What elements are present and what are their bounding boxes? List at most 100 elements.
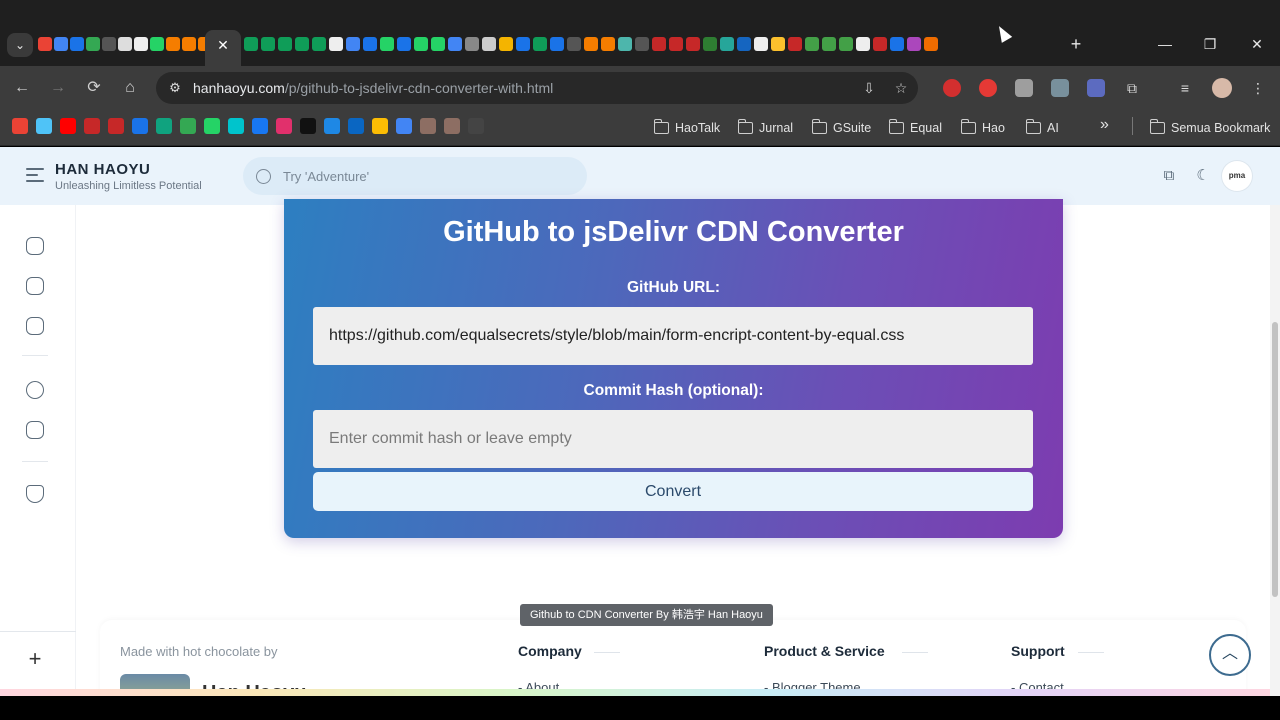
home-icon[interactable] [26, 237, 44, 255]
tab-icon[interactable] [482, 37, 496, 51]
tab-icon[interactable] [856, 37, 870, 51]
folder-icon[interactable] [26, 277, 44, 295]
site-info-icon[interactable]: ⚙ [166, 79, 184, 97]
tab-icon[interactable] [244, 37, 258, 51]
tiktok-icon[interactable] [300, 118, 316, 134]
tab-icon[interactable] [363, 37, 377, 51]
users-icon[interactable] [26, 381, 44, 399]
youtube-icon[interactable] [60, 118, 76, 134]
pen-icon[interactable] [1087, 79, 1105, 97]
gmail-icon[interactable] [12, 118, 28, 134]
tab-icon[interactable] [499, 37, 513, 51]
menu-kebab-icon[interactable]: ⋮ [1248, 78, 1268, 98]
badge-icon[interactable] [420, 118, 436, 134]
chatgpt-icon[interactable] [156, 118, 172, 134]
tab-icon[interactable] [907, 37, 921, 51]
github-url-input[interactable] [313, 307, 1033, 365]
tab-icon[interactable] [295, 37, 309, 51]
adblock-icon[interactable] [979, 79, 997, 97]
shield-icon[interactable] [1051, 79, 1069, 97]
whatsapp-icon[interactable] [150, 37, 164, 51]
bookmark-folder-ai[interactable]: AI [1025, 118, 1059, 138]
new-tab-button[interactable]: + [1066, 33, 1086, 55]
install-app-icon[interactable]: ⇩ [860, 79, 878, 97]
tab-icon[interactable] [380, 37, 394, 51]
tab-icon[interactable] [924, 37, 938, 51]
address-bar[interactable]: ⚙ hanhaoyu.com/p/github-to-jsdelivr-cdn-… [156, 72, 918, 104]
blogger-icon[interactable] [182, 37, 196, 51]
facebook-icon[interactable] [252, 118, 268, 134]
dark-mode-moon-icon[interactable]: ☾ [1192, 165, 1214, 187]
tab-icon[interactable] [516, 37, 530, 51]
page-scrollbar[interactable] [1270, 205, 1280, 696]
tab-icon[interactable] [754, 37, 768, 51]
badge-icon[interactable] [444, 118, 460, 134]
url-text[interactable]: hanhaoyu.com/p/github-to-jsdelivr-cdn-co… [193, 80, 553, 96]
tab-icon[interactable] [431, 37, 445, 51]
reload-button[interactable]: ⟳ [83, 77, 105, 99]
lens-icon[interactable] [396, 118, 412, 134]
tab-icon[interactable] [686, 37, 700, 51]
home-icon[interactable] [36, 118, 52, 134]
tab-icon[interactable] [329, 37, 343, 51]
tab-icon[interactable] [601, 37, 615, 51]
media-icon[interactable]: ≡ [1175, 78, 1195, 98]
tab-icon[interactable] [567, 37, 581, 51]
github-icon[interactable] [468, 118, 484, 134]
pinned-tab-favicons[interactable] [38, 37, 212, 53]
translate-icon[interactable] [70, 37, 84, 51]
convert-button[interactable]: Convert [313, 472, 1033, 511]
tab-icon[interactable] [669, 37, 683, 51]
diamond-icon[interactable] [324, 118, 340, 134]
tab-icon[interactable] [312, 37, 326, 51]
tab-icon[interactable] [873, 37, 887, 51]
tab-icon[interactable] [397, 37, 411, 51]
shield-check-icon[interactable] [26, 485, 44, 503]
arrow-icon[interactable] [102, 37, 116, 51]
extensions-puzzle-icon[interactable]: ⧉ [1122, 78, 1142, 98]
tab-icon[interactable] [278, 37, 292, 51]
extension-icon[interactable] [943, 79, 961, 97]
tab-icon[interactable] [533, 37, 547, 51]
bookmark-folder-jurnal[interactable]: Jurnal [737, 118, 793, 138]
bookmark-favicons[interactable] [12, 118, 484, 134]
tab-icon[interactable] [771, 37, 785, 51]
translate-icon[interactable] [132, 118, 148, 134]
translate-icon[interactable]: ⧉ [1158, 165, 1180, 187]
canva-icon[interactable] [228, 118, 244, 134]
tab-icon[interactable] [890, 37, 904, 51]
tab-icon[interactable] [737, 37, 751, 51]
site-brand-title[interactable]: HAN HAOYU [55, 161, 150, 178]
tab-search-button[interactable]: ⌄ [7, 33, 33, 57]
drive-icon[interactable] [372, 118, 388, 134]
tab-icon[interactable] [550, 37, 564, 51]
back-button[interactable]: ← [11, 77, 33, 99]
active-tab-close-icon[interactable]: ✕ [205, 30, 241, 66]
bookmark-folder-equal[interactable]: Equal [888, 118, 942, 138]
window-close-icon[interactable]: ✕ [1247, 34, 1267, 54]
scrollbar-thumb[interactable] [1272, 322, 1278, 597]
tab-icon[interactable] [652, 37, 666, 51]
chatgpt-icon[interactable] [118, 37, 132, 51]
tab-icon[interactable] [720, 37, 734, 51]
site-search-input[interactable] [283, 166, 573, 186]
tab-favicons[interactable] [244, 37, 938, 53]
bookmark-folder-gsuite[interactable]: GSuite [811, 118, 871, 138]
instagram-icon[interactable] [276, 118, 292, 134]
scroll-to-top-button[interactable]: ︿ [1209, 634, 1251, 676]
blogger-icon[interactable] [166, 37, 180, 51]
tab-icon[interactable] [584, 37, 598, 51]
whatsapp-icon[interactable] [204, 118, 220, 134]
sheets-icon[interactable] [180, 118, 196, 134]
tab-icon[interactable] [805, 37, 819, 51]
home-button[interactable]: ⌂ [119, 77, 141, 99]
bookmark-folder-haotalk[interactable]: HaoTalk [653, 118, 720, 138]
linkedin-icon[interactable] [348, 118, 364, 134]
bookmarks-overflow-button[interactable]: » [1100, 116, 1109, 134]
folder-icon[interactable] [26, 317, 44, 335]
video-icon[interactable] [108, 118, 124, 134]
tab-icon[interactable] [465, 37, 479, 51]
profile-avatar[interactable] [1212, 78, 1232, 98]
openai-icon[interactable] [134, 37, 148, 51]
tab-icon[interactable] [822, 37, 836, 51]
